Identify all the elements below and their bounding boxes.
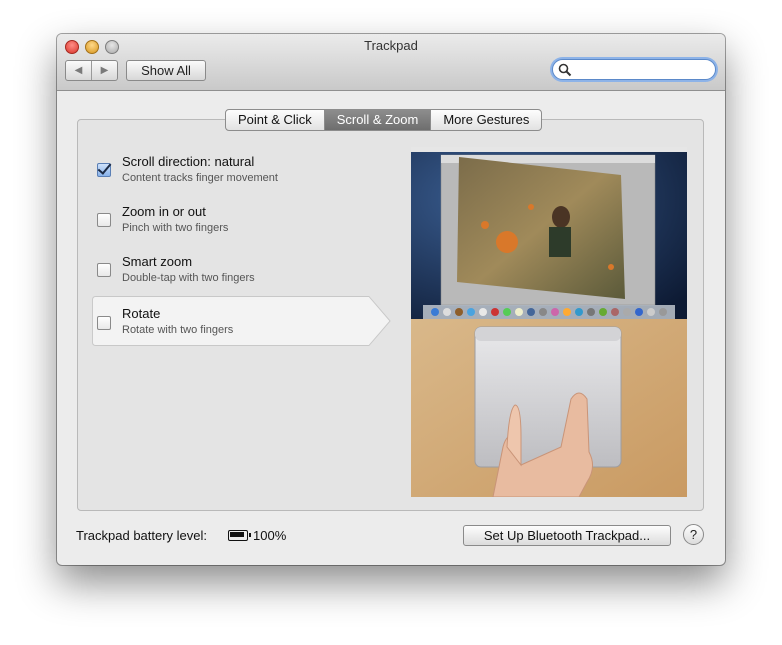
battery-icon bbox=[228, 530, 251, 541]
zoom-checkbox[interactable] bbox=[97, 213, 111, 227]
option-description: Rotate with two fingers bbox=[122, 324, 234, 336]
tab-scroll-zoom[interactable]: Scroll & Zoom bbox=[323, 110, 431, 130]
option-description: Pinch with two fingers bbox=[122, 222, 229, 234]
search-input[interactable] bbox=[552, 59, 716, 80]
battery-level-label: Trackpad battery level: bbox=[76, 528, 208, 543]
help-button[interactable]: ? bbox=[683, 524, 704, 545]
option-description: Double-tap with two fingers bbox=[122, 272, 255, 284]
window-title: Trackpad bbox=[364, 38, 418, 53]
back-button[interactable]: ◀ bbox=[66, 61, 92, 80]
forward-arrow-icon: ▶ bbox=[100, 65, 109, 76]
tab-more-gestures[interactable]: More Gestures bbox=[430, 110, 541, 130]
option-title: Smart zoom bbox=[122, 254, 193, 269]
option-smart-zoom[interactable]: Smart zoom Double-tap with two fingers bbox=[87, 247, 397, 297]
search-icon bbox=[558, 63, 572, 77]
tab-bar: Point & Click Scroll & Zoom More Gesture… bbox=[225, 109, 543, 131]
option-scroll-direction[interactable]: Scroll direction: natural Content tracks… bbox=[87, 147, 397, 197]
option-zoom[interactable]: Zoom in or out Pinch with two fingers bbox=[87, 197, 397, 247]
rotate-checkbox[interactable] bbox=[97, 316, 111, 330]
scroll-direction-checkbox[interactable] bbox=[97, 163, 111, 177]
selection-highlight bbox=[91, 296, 391, 346]
preferences-window: Trackpad ◀ ▶ Show All Point & Click Scro… bbox=[57, 34, 725, 565]
option-title: Rotate bbox=[122, 306, 161, 321]
setup-bluetooth-trackpad-button[interactable]: Set Up Bluetooth Trackpad... bbox=[463, 525, 671, 546]
option-title: Scroll direction: natural bbox=[122, 154, 255, 169]
gesture-preview-video bbox=[411, 147, 687, 497]
smart-zoom-checkbox[interactable] bbox=[97, 263, 111, 277]
navigation-buttons: ◀ ▶ bbox=[65, 60, 118, 81]
option-rotate[interactable]: Rotate Rotate with two fingers bbox=[87, 296, 397, 346]
tab-point-click[interactable]: Point & Click bbox=[226, 110, 324, 130]
back-arrow-icon: ◀ bbox=[74, 65, 83, 76]
forward-button[interactable]: ▶ bbox=[92, 61, 117, 80]
option-description: Content tracks finger movement bbox=[122, 172, 278, 184]
title-bar: Trackpad ◀ ▶ Show All bbox=[57, 34, 725, 91]
show-all-button[interactable]: Show All bbox=[126, 60, 206, 81]
option-title: Zoom in or out bbox=[122, 204, 206, 219]
battery-level-value: 100% bbox=[253, 528, 287, 543]
